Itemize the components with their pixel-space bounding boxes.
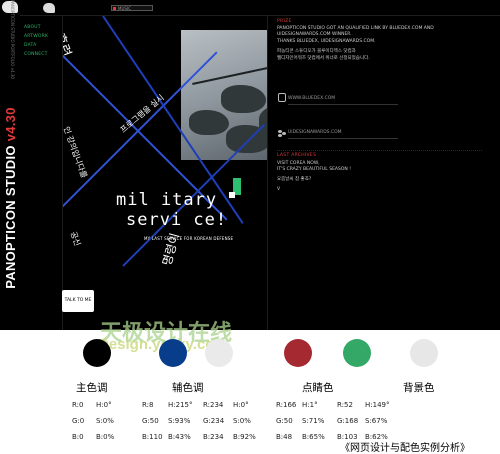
main-nav: ABOUT ARTWORK DATA CONNECT (20, 15, 63, 95)
home-icon[interactable] (43, 3, 55, 13)
value-g: G:0 (72, 417, 85, 425)
value-h: H:0° (233, 401, 249, 409)
screenshot: PANOPTICON STUDIO PORTFOLIO v4.30 PANOPT… (0, 0, 500, 330)
right-panel: PRIZE PANOPTICON STUDIO GOT AN QUALIFIED… (267, 15, 500, 330)
logo-version: v4.30 (3, 107, 18, 142)
value-bright: B:43% (168, 433, 191, 441)
logo-text: PANOPTICON STUDIO (3, 145, 18, 289)
rotor-shape (192, 57, 268, 85)
value-s: S:67% (365, 417, 388, 425)
helicopter-shape (221, 85, 266, 113)
value-r: R:52 (337, 401, 353, 409)
archive-mark: V (277, 187, 281, 192)
color-swatch-blue (159, 339, 187, 367)
document-icon (278, 93, 286, 102)
link-bluedex[interactable]: WWW.BLUEDEX.COM (288, 96, 335, 101)
top-bar: MUSIC (20, 0, 500, 16)
helicopter-photo (181, 30, 268, 160)
value-s: S:0% (233, 417, 251, 425)
color-swatch-black (83, 339, 111, 367)
value-r: R:166 (276, 401, 297, 409)
value-b: B:0 (72, 433, 84, 441)
value-g: G:168 (337, 417, 359, 425)
prize-text: PANOPTICON STUDIO GOT AN QUALIFIED LINK … (277, 26, 434, 37)
section-title: LAST ARCHIVES (277, 153, 317, 158)
value-r: R:234 (203, 401, 224, 409)
korean-text: 프로그램을 실시 (118, 93, 166, 135)
archive-korean: 요즘날씨 참 좋죠? (277, 177, 312, 182)
value-g: G:50 (276, 417, 293, 425)
leaf-icon (278, 130, 287, 137)
color-swatch-bg (410, 339, 438, 367)
value-h: H:0° (96, 401, 112, 409)
title-line: mil itary (116, 190, 218, 210)
military-subtitle: MY LAST SERVICE FOR KOREAN DEFENSE (144, 236, 234, 241)
value-s: S:71% (302, 417, 325, 425)
prize-korean: 파놉티콘 스튜디오가 블루이디엑스 닷컴과 (277, 49, 356, 54)
music-button[interactable]: MUSIC (111, 5, 153, 11)
group-label: 背景色 (403, 382, 435, 394)
value-r: R:0 (72, 401, 84, 409)
value-bright: B:65% (302, 433, 325, 441)
book-caption: 《网页设计与配色实例分析》 (340, 443, 470, 454)
value-g: G:234 (203, 417, 225, 425)
nav-item-artwork[interactable]: ARTWORK (24, 34, 62, 39)
korean-text: 인 강의입니다를 (62, 125, 89, 180)
value-bright: B:0% (96, 433, 115, 441)
divider (277, 150, 482, 151)
link-uidesignawards[interactable]: UIDESIGNAWARDS.COM (288, 130, 342, 135)
divider (288, 138, 398, 139)
korean-text: 훈련 (62, 31, 74, 59)
nav-item-data[interactable]: DATA (24, 43, 62, 48)
group-label: 辅色调 (172, 382, 204, 394)
prize-korean: 웹디자인어워즈 닷컴에서 위너로 선정되었습니다. (277, 56, 370, 61)
nav-item-about[interactable]: ABOUT (24, 25, 62, 30)
title-line: servi ce! (126, 210, 228, 230)
group-label: 点睛色 (302, 382, 334, 394)
value-r: R:8 (142, 401, 154, 409)
group-label: 主色调 (76, 382, 108, 394)
value-h: H:149° (365, 401, 390, 409)
nav-item-connect[interactable]: CONNECT (24, 52, 62, 57)
value-s: S:93% (168, 417, 191, 425)
military-title: mil itary servi ce! (116, 190, 256, 230)
value-b: B:234 (203, 433, 224, 441)
artwork-panel: 훈련 인 강의입니다를 프로그램을 실시 공신 명령이 (62, 15, 268, 330)
helicopter-shape (189, 110, 229, 135)
prize-thanks: THANKS BLUEDEX, UIDESIGNAWARDS.COM. (277, 39, 376, 44)
color-swatch-green (343, 339, 371, 367)
vertical-logo[interactable]: PANOPTICON STUDIO v4.30 (1, 63, 21, 330)
value-g: G:50 (142, 417, 159, 425)
value-h: H:1° (302, 401, 318, 409)
value-h: H:215° (168, 401, 193, 409)
korean-text: 공신 (68, 230, 83, 248)
value-bright: B:92% (233, 433, 256, 441)
value-b: B:48 (276, 433, 293, 441)
talk-button[interactable]: TALK TO ME (62, 290, 94, 312)
color-swatch-red (284, 339, 312, 367)
value-s: S:0% (96, 417, 114, 425)
color-swatch-lightgray (205, 339, 233, 367)
value-b: B:110 (142, 433, 163, 441)
left-column: PANOPTICON STUDIO PORTFOLIO v4.30 PANOPT… (0, 0, 20, 330)
archive-text: IT'S CRAZY BEAUTIFUL SEASON ! (277, 167, 352, 172)
divider (288, 104, 398, 105)
section-title: PRIZE (277, 19, 292, 24)
